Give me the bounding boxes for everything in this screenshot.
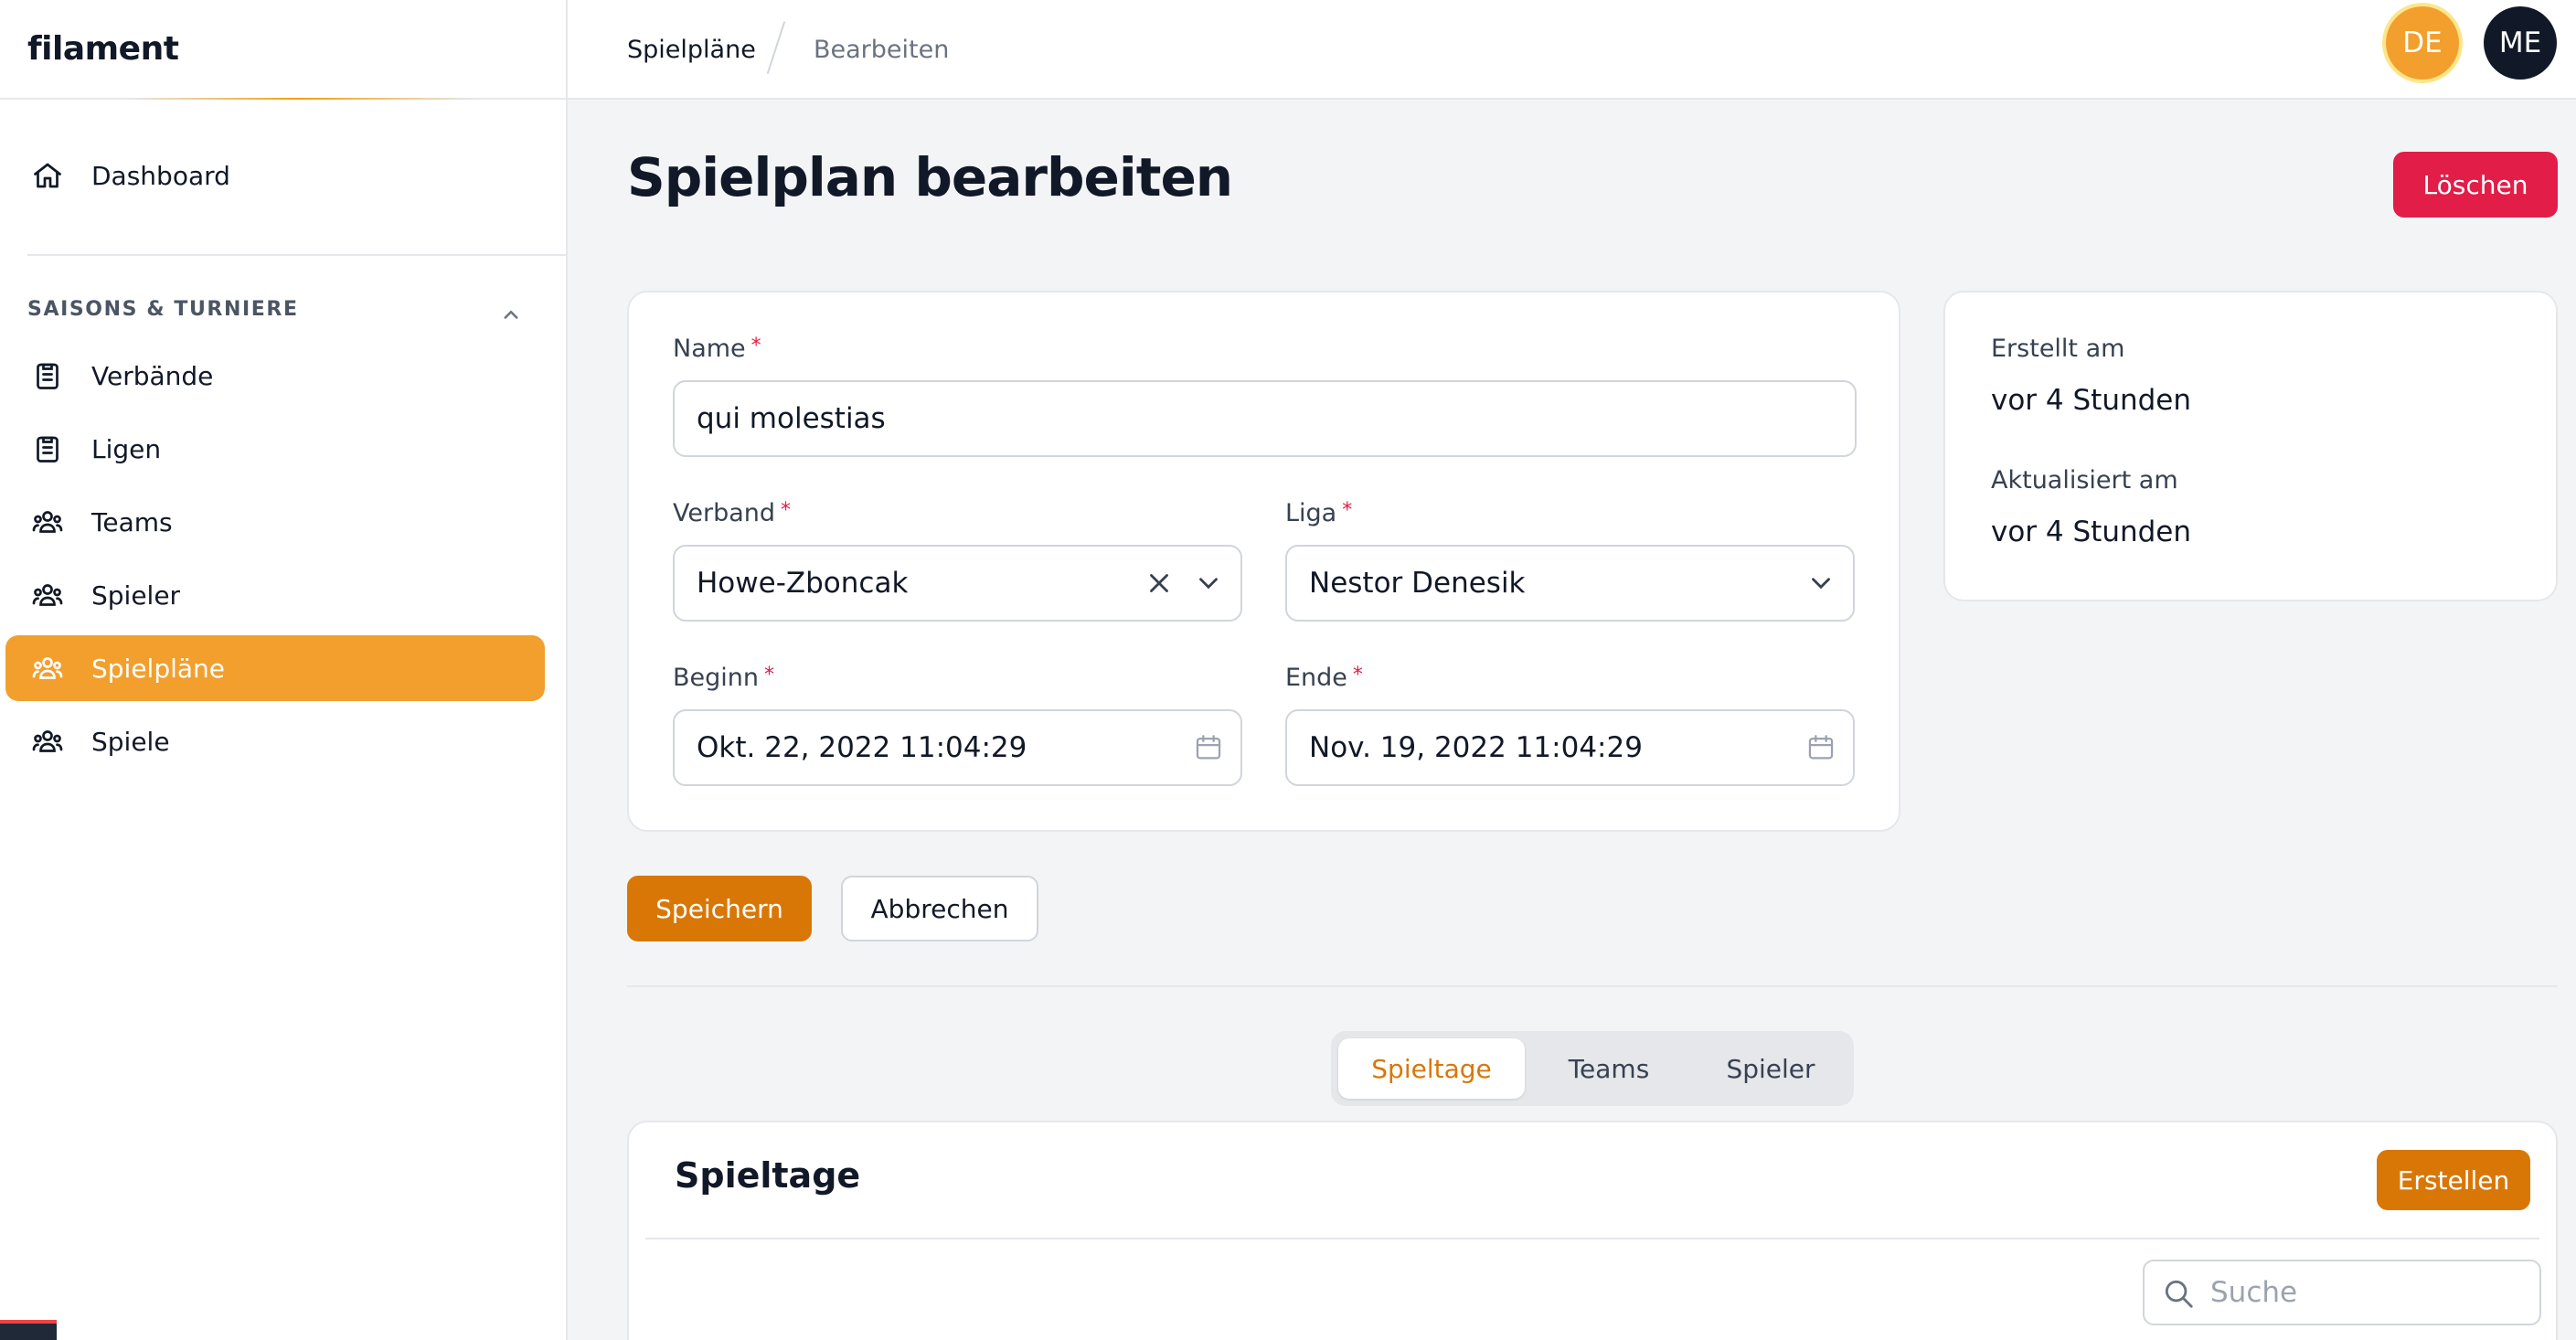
liga-label: Liga * <box>1285 499 1353 527</box>
sidebar-item-label: Verbände <box>91 360 214 391</box>
delete-button[interactable]: Löschen <box>2393 152 2558 218</box>
tab-spieltage[interactable]: Spieltage <box>1338 1038 1525 1099</box>
user-group-icon <box>29 723 66 760</box>
breadcrumb-spielplaene[interactable]: Spielpläne <box>627 0 756 100</box>
chevron-down-icon <box>1812 578 1830 590</box>
calendar-icon[interactable] <box>1193 732 1224 763</box>
sidebar-item-label: Spiele <box>91 726 170 757</box>
sidebar-item-spiele[interactable]: Spiele <box>5 708 545 774</box>
section-divider <box>627 985 2558 987</box>
search-input[interactable]: Suche <box>2143 1260 2541 1325</box>
beginn-datetime-input[interactable]: Okt. 22, 2022 11:04:29 <box>673 709 1242 786</box>
liga-select[interactable]: Nestor Denesik <box>1285 545 1855 622</box>
save-button[interactable]: Speichern <box>627 876 812 941</box>
create-button[interactable]: Erstellen <box>2377 1150 2530 1210</box>
sidebar-item-label: Spieler <box>91 580 181 611</box>
table-title: Spieltage <box>675 1155 861 1196</box>
sidebar-item-label: Ligen <box>91 433 162 464</box>
top-bar: Spielpläne Bearbeiten DE ME <box>568 0 2576 100</box>
edit-form-card: Name * qui molestias Verband * Howe-Zbonca… <box>627 291 1900 832</box>
verband-select[interactable]: Howe-Zboncak <box>673 545 1242 622</box>
clipboard-list-icon <box>29 431 66 467</box>
sidebar-item-teams[interactable]: Teams <box>5 489 545 555</box>
timestamps-card: Erstellt am vor 4 Stunden Aktualisiert a… <box>1943 291 2558 601</box>
user-group-icon <box>29 650 66 686</box>
created-value: vor 4 Stunden <box>1991 384 2192 417</box>
clear-icon[interactable] <box>1144 568 1175 599</box>
sidebar-item-label: Spielpläne <box>91 653 226 684</box>
brand-logo[interactable]: filament <box>0 0 566 100</box>
page-title: Spielplan bearbeiten <box>627 146 1233 208</box>
sidebar-item-label: Teams <box>91 506 173 537</box>
name-label: Name * <box>673 335 761 363</box>
sidebar-group-label: SAISONS & TURNIERE <box>27 298 299 321</box>
sidebar-divider <box>27 254 566 256</box>
sidebar-item-label: Dashboard <box>91 160 230 191</box>
relation-tabs: Spieltage Teams Spieler <box>1331 1031 1854 1106</box>
sidebar: filament Dashboard SAISONS & TURNIERE Ve… <box>0 0 568 1340</box>
cancel-button[interactable]: Abbrechen <box>841 876 1038 941</box>
language-switcher[interactable]: DE <box>2386 6 2459 80</box>
table-header-divider <box>645 1238 2539 1239</box>
beginn-label: Beginn * <box>673 664 774 692</box>
verband-label: Verband * <box>673 499 792 527</box>
sidebar-item-spielplaene[interactable]: Spielpläne <box>5 635 545 701</box>
user-group-icon <box>29 504 66 540</box>
updated-value: vor 4 Stunden <box>1991 516 2192 548</box>
sidebar-item-dashboard[interactable]: Dashboard <box>5 143 545 208</box>
ende-label: Ende * <box>1285 664 1363 692</box>
sidebar-item-spieler[interactable]: Spieler <box>5 562 545 628</box>
tab-spieler[interactable]: Spieler <box>1693 1038 1848 1099</box>
tab-teams[interactable]: Teams <box>1534 1038 1684 1099</box>
calendar-icon[interactable] <box>1805 732 1836 763</box>
breadcrumb-separator <box>766 21 786 74</box>
chevron-down-icon <box>1199 578 1218 590</box>
user-avatar[interactable]: ME <box>2484 6 2557 80</box>
sidebar-item-verbaende[interactable]: Verbände <box>5 343 545 409</box>
spieltage-table-card: Spieltage Erstellen Suche <box>627 1121 2558 1340</box>
clipboard-list-icon <box>29 357 66 394</box>
breadcrumb-bearbeiten: Bearbeiten <box>814 36 950 64</box>
user-group-icon <box>29 577 66 613</box>
search-icon <box>2165 1280 2193 1308</box>
debug-badge <box>0 1320 57 1340</box>
sidebar-item-ligen[interactable]: Ligen <box>5 416 545 482</box>
updated-label: Aktualisiert am <box>1991 466 2178 495</box>
home-icon <box>29 157 66 194</box>
created-label: Erstellt am <box>1991 335 2125 363</box>
name-input[interactable]: qui molestias <box>673 380 1857 457</box>
ende-datetime-input[interactable]: Nov. 19, 2022 11:04:29 <box>1285 709 1855 786</box>
chevron-up-icon[interactable] <box>497 302 525 329</box>
